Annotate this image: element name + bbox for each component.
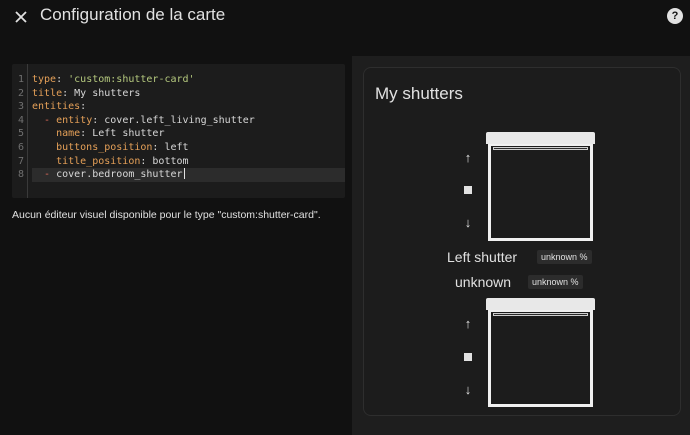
- line-number: 3: [17, 101, 24, 113]
- dialog-header: Configuration de la carte ?: [0, 0, 690, 34]
- shutter-top-bar: [486, 132, 595, 144]
- code-line[interactable]: name: Left shutter: [32, 127, 345, 141]
- arrow-down-icon[interactable]: ↓: [461, 216, 475, 230]
- stop-square: [464, 353, 472, 361]
- stop-square: [464, 186, 472, 194]
- code-token: 'custom:shutter-card': [68, 74, 195, 85]
- gutter-divider: [27, 64, 28, 198]
- code-token: entities: [32, 101, 81, 113]
- shutter-name-label: Left shutter: [447, 249, 518, 265]
- stop-icon[interactable]: [461, 183, 475, 197]
- line-number: 7: [17, 155, 24, 167]
- line-number: 5: [17, 128, 24, 140]
- line-number: 1: [17, 74, 24, 85]
- help-icon[interactable]: ?: [667, 8, 683, 24]
- shutter-frame: [488, 310, 593, 407]
- code-token: : left: [152, 141, 189, 153]
- code-token: title: [32, 87, 63, 99]
- line-number: 6: [17, 141, 24, 153]
- line-number: 8: [17, 169, 24, 181]
- code-token: :: [80, 101, 87, 113]
- shutter-top-bar: [486, 298, 595, 310]
- code-line[interactable]: type: 'custom:shutter-card': [32, 73, 345, 87]
- shutter-window[interactable]: [486, 298, 595, 407]
- shutter-window[interactable]: [486, 132, 595, 241]
- code-line[interactable]: entities:: [32, 100, 345, 114]
- code-token: : Left shutter: [80, 128, 165, 140]
- code-token: entity: [56, 114, 93, 126]
- code-line[interactable]: - entity: cover.left_living_shutter: [32, 114, 345, 128]
- code-line[interactable]: buttons_position: left: [32, 141, 345, 155]
- code-token: type: [32, 74, 57, 85]
- code-content[interactable]: type: 'custom:shutter-card' title: My shu…: [32, 73, 345, 182]
- shutter-slat[interactable]: [493, 147, 588, 150]
- code-token: cover.bedroom_shutter: [56, 169, 183, 181]
- shutter-slat[interactable]: [493, 313, 588, 316]
- code-token: : My shutters: [62, 87, 141, 99]
- code-token: -: [32, 169, 57, 181]
- line-number: 4: [17, 114, 24, 126]
- shutter-card: My shutters ↑ ↓ Left shutter unknown % u…: [363, 67, 681, 416]
- shutter-entity-left: ↑ ↓ Left shutter unknown %: [364, 132, 682, 282]
- shutter-name-label: unknown: [455, 274, 512, 290]
- text-cursor: [183, 168, 185, 180]
- card-title: My shutters: [375, 84, 463, 103]
- yaml-code-editor[interactable]: 12345678 type: 'custom:shutter-card' titl…: [12, 64, 345, 198]
- code-line[interactable]: title: My shutters: [32, 87, 345, 101]
- shutter-position-badge: unknown %: [537, 250, 592, 264]
- code-token: buttons_position: [32, 141, 153, 153]
- arrow-up-icon[interactable]: ↑: [461, 317, 475, 331]
- line-number-gutter: 12345678: [12, 73, 27, 182]
- code-token: -: [32, 114, 57, 126]
- code-line[interactable]: - cover.bedroom_shutter: [32, 168, 345, 182]
- stop-icon[interactable]: [461, 350, 475, 364]
- code-token: : bottom: [140, 155, 189, 167]
- shutter-position-badge: unknown %: [528, 275, 583, 289]
- code-token: name: [32, 128, 81, 140]
- no-visual-editor-message: Aucun éditeur visuel disponible pour le …: [12, 209, 321, 221]
- shutter-entity-bedroom: unknown unknown % ↑ ↓: [364, 268, 682, 417]
- line-number: 2: [17, 87, 24, 99]
- close-icon-svg: [15, 11, 27, 23]
- code-token: : cover.left_living_shutter: [92, 114, 255, 126]
- code-token: title_position: [32, 155, 141, 167]
- arrow-down-icon[interactable]: ↓: [461, 383, 475, 397]
- code-token: :: [56, 74, 69, 85]
- dialog-title: Configuration de la carte: [40, 5, 226, 24]
- shutter-frame: [488, 144, 593, 241]
- code-line[interactable]: title_position: bottom: [32, 155, 345, 169]
- arrow-up-icon[interactable]: ↑: [461, 151, 475, 165]
- close-icon[interactable]: [10, 6, 32, 28]
